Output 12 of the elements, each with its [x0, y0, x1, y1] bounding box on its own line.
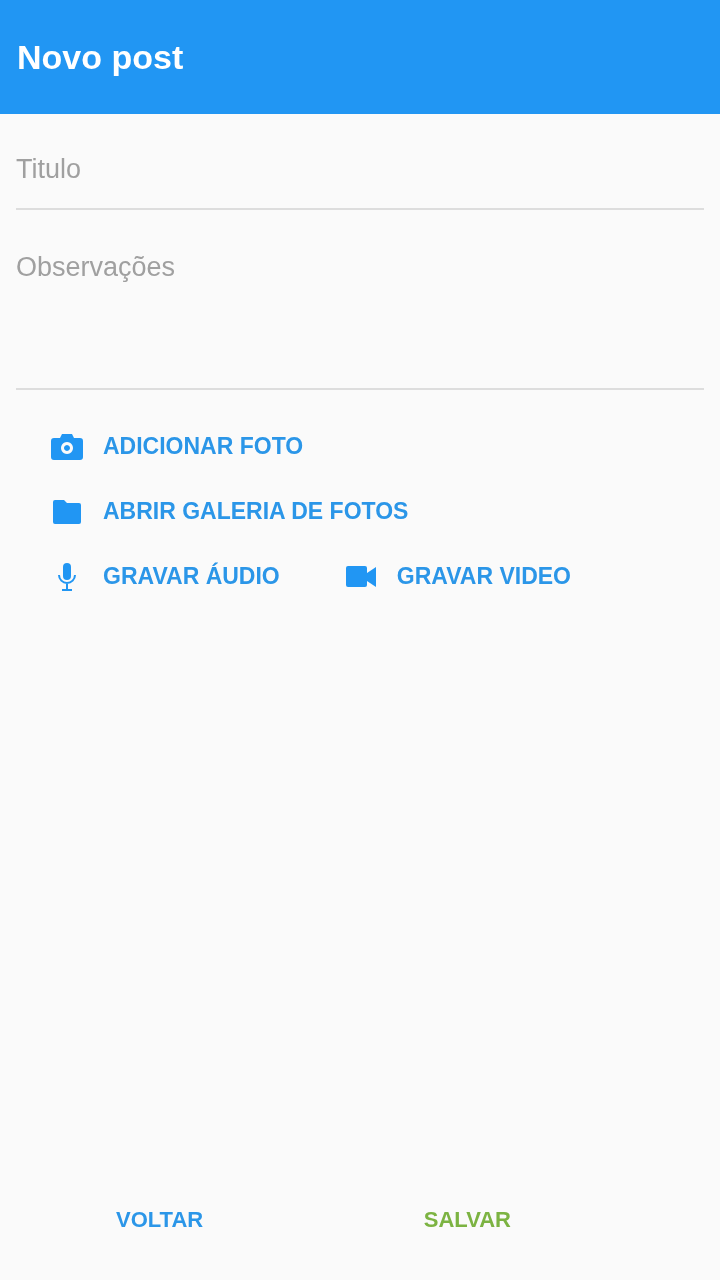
- media-button[interactable]: GRAVAR VIDEO: [343, 563, 571, 590]
- video-camera-icon: [343, 565, 378, 588]
- back-button[interactable]: VOLTAR: [112, 1201, 208, 1239]
- media-button[interactable]: ABRIR GALERIA DE FOTOS: [50, 498, 409, 525]
- media-button[interactable]: ADICIONAR FOTO: [50, 433, 304, 460]
- folder-icon: [50, 499, 84, 524]
- camera-icon: [50, 433, 84, 460]
- notes-field[interactable]: Observações: [16, 220, 704, 390]
- title-field[interactable]: Titulo: [16, 114, 704, 210]
- media-button[interactable]: GRAVAR ÁUDIO: [50, 562, 280, 591]
- save-button[interactable]: SALVAR: [419, 1201, 515, 1239]
- app-title: Novo post: [17, 37, 184, 77]
